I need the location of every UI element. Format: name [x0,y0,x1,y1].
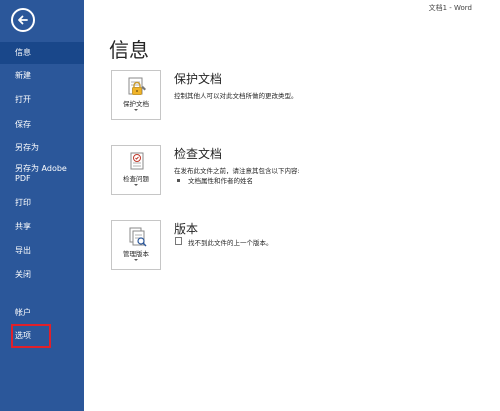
chevron-down-icon [134,259,138,261]
inspect-document-description: 在发布此文件之前，请注意其包含以下内容: [174,167,300,175]
chevron-down-icon [134,184,138,186]
manage-versions-button[interactable]: 管理版本 [111,220,161,270]
bullet-icon [177,179,180,182]
nav-item-info[interactable]: 信息 [0,42,84,64]
inspect-icon [130,152,144,170]
chevron-down-icon [134,109,138,111]
nav-item-open[interactable]: 打开 [0,89,84,111]
back-arrow-icon [18,15,28,25]
inspect-document-bullet: 文档属性和作者的姓名 [188,177,253,185]
nav-item-close[interactable]: 关闭 [0,264,84,286]
protect-document-button-label: 保护文档 [123,100,149,108]
protect-document-description: 控制其他人可以对此文档所做的更改类型。 [174,92,298,100]
protect-document-button[interactable]: 保护文档 [111,70,161,120]
manage-versions-button-label: 管理版本 [123,250,149,258]
page-title: 信息 [109,38,149,62]
options-highlight-box [11,324,51,348]
nav-item-save-as-adobe-pdf[interactable]: 另存为 Adobe PDF [0,162,84,188]
lock-icon [128,77,146,95]
inspect-document-title: 检查文档 [174,147,223,161]
nav-item-share[interactable]: 共享 [0,216,84,238]
backstage-sidebar: 信息 新建 打开 保存 另存为 另存为 Adobe PDF 打印 共享 导出 关… [0,0,84,411]
window-title: 文档1 - Word [428,4,472,12]
nav-item-export[interactable]: 导出 [0,240,84,262]
nav-item-account[interactable]: 帐户 [0,302,84,324]
protect-document-title: 保护文档 [174,72,223,86]
versions-title: 版本 [174,222,199,236]
check-for-issues-button-label: 检查问题 [123,175,149,183]
page-icon [175,237,182,245]
nav-item-print[interactable]: 打印 [0,192,84,214]
nav-item-save[interactable]: 保存 [0,114,84,136]
versions-description: 找不到此文件的上一个版本。 [188,239,273,247]
versions-icon [129,227,147,247]
nav-item-save-as[interactable]: 另存为 [0,137,84,159]
check-for-issues-button[interactable]: 检查问题 [111,145,161,195]
nav-item-new[interactable]: 新建 [0,65,84,87]
back-button[interactable] [11,8,35,32]
